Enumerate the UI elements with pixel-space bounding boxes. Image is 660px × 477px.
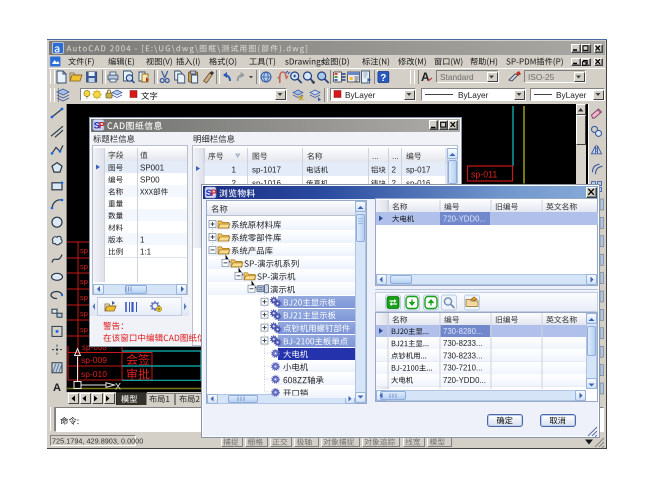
svg-text:730-7210...: 730-7210... (443, 364, 482, 373)
svg-text:730-8280...: 730-8280... (443, 327, 482, 336)
svg-text:720-YDD0...: 720-YDD0... (443, 215, 486, 224)
svg-text:720-YDD0...: 720-YDD0... (443, 376, 486, 385)
svg-text:730-8233...: 730-8233... (443, 351, 482, 360)
svg-text:730-8233...: 730-8233... (443, 339, 482, 348)
svg-text:P: P (211, 188, 218, 199)
